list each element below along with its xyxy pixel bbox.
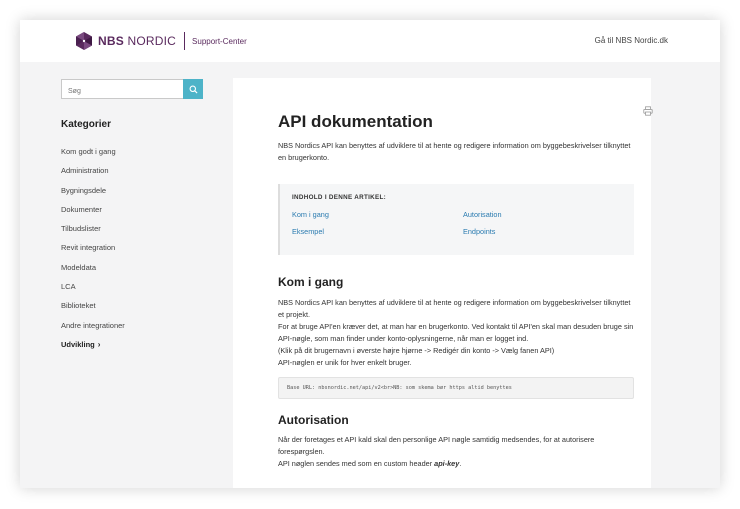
toc-title: INDHOLD I DENNE ARTIKEL:: [292, 194, 387, 201]
sidebar-item-bygningsdele[interactable]: Bygningsdele: [61, 186, 125, 205]
brand-logo[interactable]: NBS NORDIC Support-Center: [74, 31, 247, 51]
paragraph-line: NBS Nordics API kan benyttes af udvikler…: [278, 298, 631, 319]
text-span: .: [459, 459, 462, 468]
sidebar-item-andre-integrationer[interactable]: Andre integrationer: [61, 321, 125, 340]
sidebar-item-udvikling[interactable]: Udvikling ›: [61, 340, 125, 359]
paragraph-line: API-nøglen er unik for hver enkelt bruge…: [278, 358, 412, 367]
section-heading-autorisation: Autorisation: [278, 413, 349, 427]
section-autorisation-body: Når der foretages et API kald skal den p…: [278, 434, 634, 470]
sidebar-item-lca[interactable]: LCA: [61, 282, 125, 301]
article-title: API dokumentation: [278, 112, 433, 131]
paragraph-line: (Klik på dit brugernavn i øverste højre …: [278, 346, 555, 355]
search-icon: [189, 85, 198, 94]
section-heading-kom-i-gang: Kom i gang: [278, 275, 344, 289]
search-input[interactable]: [62, 82, 180, 101]
toc-link-autorisation[interactable]: Autorisation: [463, 210, 603, 219]
table-of-contents: INDHOLD I DENNE ARTIKEL: Kom i gang Auto…: [278, 184, 634, 255]
paragraph-line: For at bruge API'en kræver det, at man h…: [278, 322, 634, 343]
sidebar-item-tilbudslister[interactable]: Tilbudslister: [61, 224, 125, 243]
toc-link-eksempel[interactable]: Eksempel: [292, 227, 463, 236]
chevron-right-icon: ›: [97, 339, 101, 349]
article-intro: NBS Nordics API kan benyttes af udvikler…: [278, 141, 631, 162]
goto-nbs-link[interactable]: Gå til NBS Nordic.dk: [595, 36, 668, 45]
paragraph-line: API nøglen sendes med som en custom head…: [278, 458, 634, 470]
search-box: [61, 79, 203, 101]
text-span: API nøglen sendes med som en custom head…: [278, 459, 435, 468]
browser-frame: NBS NORDIC Support-Center Gå til NBS Nor…: [20, 20, 720, 488]
toc-link-endpoints[interactable]: Endpoints: [463, 227, 603, 236]
paragraph-line: Når der foretages et API kald skal den p…: [278, 435, 595, 456]
toc-link-kom-i-gang[interactable]: Kom i gang: [292, 210, 463, 219]
nbs-logo-icon: [76, 32, 92, 50]
code-block-base-url: Base URL: nbsnordic.net/api/v2<br>NB: so…: [278, 377, 634, 399]
sidebar-item-kom-godt-i-gang[interactable]: Kom godt i gang: [61, 147, 125, 166]
brand-subtitle: Support-Center: [192, 36, 247, 46]
sidebar-item-biblioteket[interactable]: Biblioteket: [61, 301, 125, 320]
header-name: api-key: [434, 459, 460, 468]
sidebar-item-dokumenter[interactable]: Dokumenter: [61, 205, 125, 224]
print-icon[interactable]: [643, 106, 653, 116]
brand-separator: [184, 32, 186, 50]
section-kom-i-gang-body: NBS Nordics API kan benyttes af udvikler…: [278, 297, 634, 369]
article-body: API dokumentation NBS Nordics API kan be…: [278, 112, 634, 470]
sidebar-item-modeldata[interactable]: Modeldata: [61, 263, 125, 282]
article-panel: API dokumentation NBS Nordics API kan be…: [233, 78, 653, 488]
sidebar-item-label: Udvikling: [61, 339, 95, 349]
sidebar-item-revit-integration[interactable]: Revit integration: [61, 243, 125, 262]
categories-title: Kategorier: [61, 119, 112, 130]
sidebar-item-administration[interactable]: Administration: [61, 166, 125, 185]
brand-name: NBS NORDIC: [98, 34, 177, 48]
category-list: Kom godt i gang Administration Bygningsd…: [61, 147, 125, 359]
toc-links: Kom i gang Autorisation Eksempel Endpoin…: [292, 210, 622, 236]
site-header: NBS NORDIC Support-Center Gå til NBS Nor…: [20, 20, 720, 62]
search-button[interactable]: [183, 79, 203, 99]
